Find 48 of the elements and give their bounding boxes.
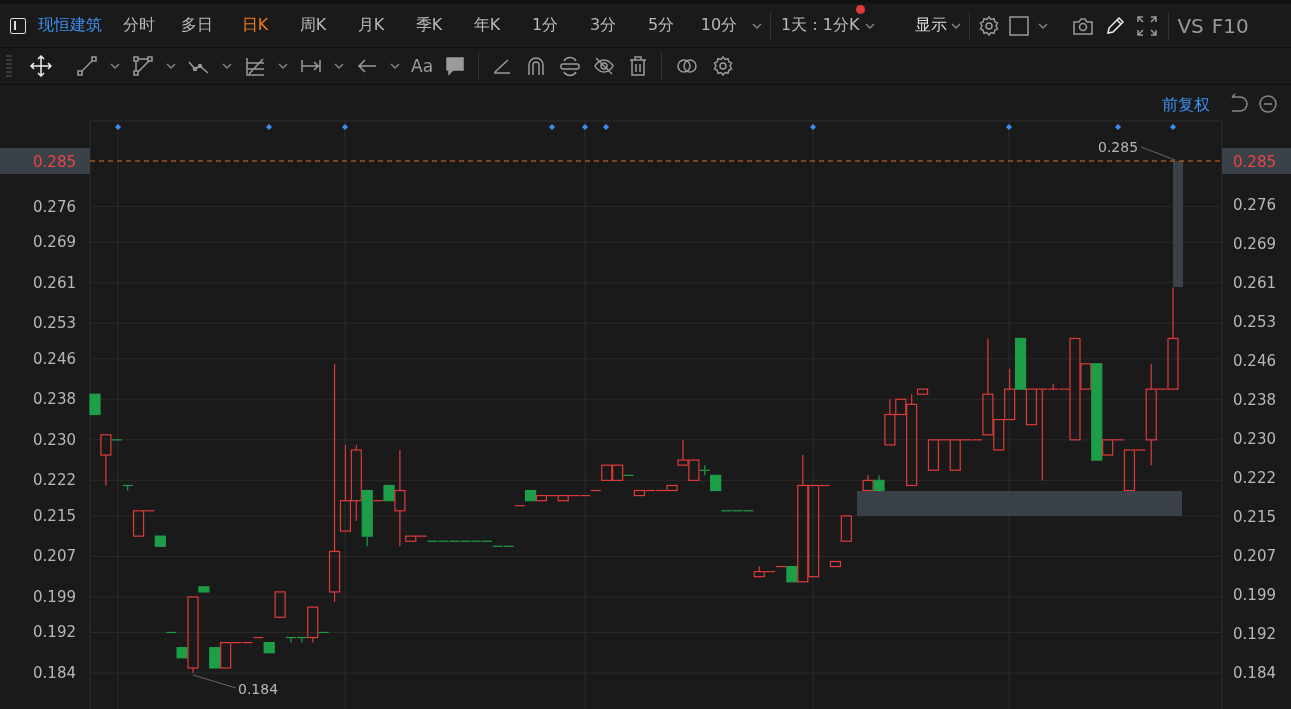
price-label: 0.207 [33,547,76,566]
price-label: 0.199 [1233,586,1276,604]
period-tab[interactable]: 1分 [516,15,574,36]
stock-name: 现恒建筑 [38,15,102,36]
price-label: 0.207 [1233,547,1276,565]
price-label: 0.269 [1233,235,1276,253]
price-label: 0.222 [1233,469,1276,487]
price-label: 0.222 [33,471,76,490]
period-tab[interactable]: 年K [458,15,516,36]
vs-button[interactable]: VS [1173,13,1208,38]
price-label: 0.253 [33,314,76,333]
adjustment-label[interactable]: 前复权 [1162,95,1210,114]
period-tab[interactable]: 周K [284,15,342,36]
period-tab[interactable]: 月K [342,15,400,36]
price-label: 0.192 [33,623,76,642]
price-label: 0.230 [33,430,76,449]
period-tab[interactable]: 5分 [632,15,690,36]
ratio-dropdown[interactable]: 1天 : 1分K [775,15,862,36]
price-label: 0.261 [1233,274,1276,292]
period-tab[interactable]: 10分 [690,15,748,36]
current-price-label: 0.285 [33,153,76,171]
period-tab[interactable]: 日K [226,15,284,36]
low-price-label: 0.184 [238,681,279,697]
period-tab[interactable]: 季K [400,15,458,36]
price-label: 0.199 [33,588,76,606]
price-label: 0.184 [1233,664,1276,682]
price-label: 0.192 [1233,625,1276,643]
price-label: 0.238 [1233,391,1276,409]
display-dropdown[interactable]: 显示 [915,15,948,36]
price-label: 0.246 [33,349,76,368]
price-label: 0.253 [1233,313,1276,331]
price-label: 0.276 [1233,196,1276,214]
price-label: 0.215 [1233,508,1276,526]
period-tab[interactable]: 分时 [110,15,168,36]
price-label: 0.261 [33,273,76,292]
text-tool[interactable]: Aa [408,56,437,76]
price-label: 0.238 [33,390,76,409]
period-tab[interactable]: 3分 [574,15,632,36]
price-label: 0.215 [33,506,76,525]
price-label: 0.276 [33,197,76,216]
price-label: 0.184 [33,664,76,682]
price-label: 0.246 [1233,352,1276,370]
period-tab[interactable]: 多日 [168,15,226,36]
price-label: 0.230 [1233,430,1276,448]
current-price-label: 0.285 [1233,153,1276,171]
high-price-label: 0.285 [1098,139,1139,155]
f10-button[interactable]: F10 [1207,13,1253,38]
price-label: 0.269 [33,233,76,252]
